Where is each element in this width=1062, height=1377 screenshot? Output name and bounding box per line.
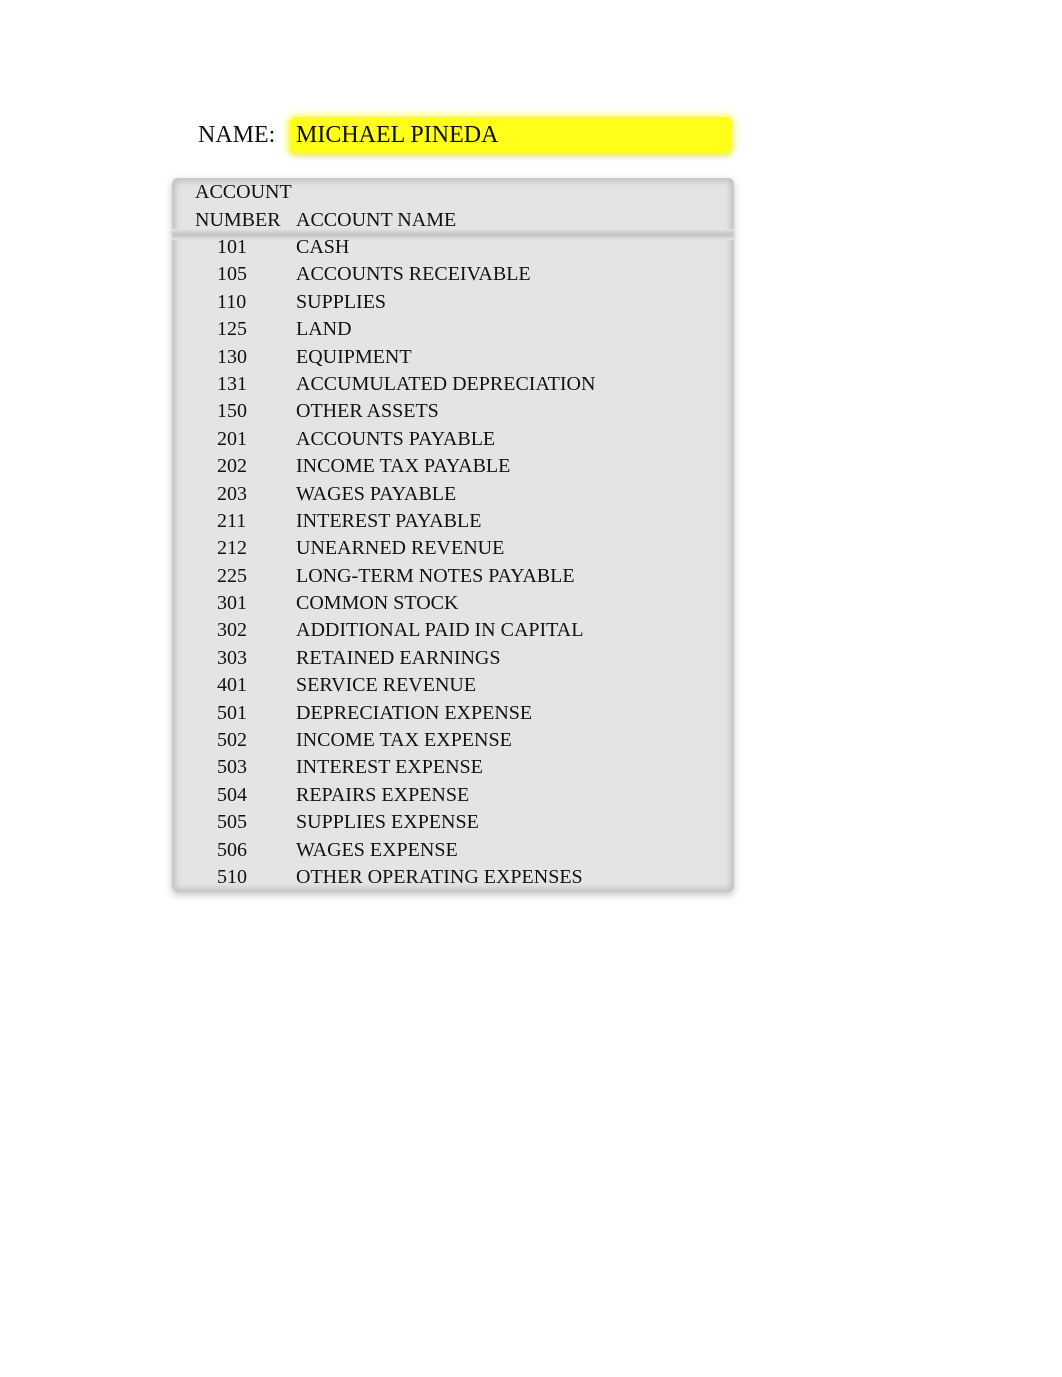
name-field[interactable]: MICHAEL PINEDA bbox=[290, 117, 732, 153]
table-row: 105 ACCOUNTS RECEIVABLE bbox=[172, 261, 734, 288]
account-number: 301 bbox=[217, 592, 247, 615]
account-name: UNEARNED REVENUE bbox=[296, 537, 505, 560]
table-row: 130 EQUIPMENT bbox=[172, 344, 734, 371]
account-name: INCOME TAX PAYABLE bbox=[296, 455, 511, 478]
table-row: 502 INCOME TAX EXPENSE bbox=[172, 727, 734, 754]
table-row: 510 OTHER OPERATING EXPENSES bbox=[172, 864, 734, 891]
table-row: 150 OTHER ASSETS bbox=[172, 398, 734, 425]
account-number: 150 bbox=[217, 400, 247, 423]
account-name: INCOME TAX EXPENSE bbox=[296, 729, 512, 752]
table-row: 101 CASH bbox=[172, 234, 734, 261]
account-number: 203 bbox=[217, 482, 247, 505]
account-name: CASH bbox=[296, 236, 350, 258]
account-number: 302 bbox=[217, 619, 247, 642]
account-number: 101 bbox=[217, 236, 247, 258]
account-number: 225 bbox=[217, 564, 247, 587]
account-number: 503 bbox=[217, 756, 247, 779]
table-row: 203 WAGES PAYABLE bbox=[172, 481, 734, 508]
account-name: DEPRECIATION EXPENSE bbox=[296, 701, 533, 724]
account-number: 110 bbox=[217, 290, 247, 313]
name-label: NAME: bbox=[198, 122, 276, 148]
table-row: 125 LAND bbox=[172, 316, 734, 343]
account-name: LONG-TERM NOTES PAYABLE bbox=[296, 564, 575, 587]
account-number: 303 bbox=[217, 646, 247, 669]
table-row: 301 COMMON STOCK bbox=[172, 590, 734, 617]
column-header-account-name: ACCOUNT NAME bbox=[296, 209, 457, 231]
account-name: EQUIPMENT bbox=[296, 345, 412, 368]
account-number: 510 bbox=[217, 865, 247, 888]
account-name: WAGES EXPENSE bbox=[296, 838, 458, 861]
account-number: 131 bbox=[217, 372, 247, 395]
account-number: 401 bbox=[217, 674, 247, 697]
account-name: ADDITIONAL PAID IN CAPITAL bbox=[296, 619, 584, 642]
column-header-account: ACCOUNT bbox=[195, 181, 292, 203]
table-row: 504 REPAIRS EXPENSE bbox=[172, 782, 734, 809]
table-row: 202 INCOME TAX PAYABLE bbox=[172, 453, 734, 480]
table-row: 131 ACCUMULATED DEPRECIATION bbox=[172, 371, 734, 398]
account-number: 212 bbox=[217, 537, 247, 560]
account-number: 501 bbox=[217, 701, 247, 724]
account-number: 105 bbox=[217, 263, 247, 286]
table-row: 110 SUPPLIES bbox=[172, 289, 734, 316]
account-number: 201 bbox=[217, 427, 247, 450]
table-row: 506 WAGES EXPENSE bbox=[172, 837, 734, 864]
account-rows: 101 CASH 105 ACCOUNTS RECEIVABLE 110 SUPPLIES… bbox=[172, 234, 734, 891]
account-name: SUPPLIES EXPENSE bbox=[296, 811, 479, 834]
account-name: SERVICE REVENUE bbox=[296, 674, 477, 697]
account-name: REPAIRS EXPENSE bbox=[296, 783, 470, 806]
account-name: SUPPLIES bbox=[296, 290, 387, 313]
column-header-number: NUMBER bbox=[195, 209, 281, 231]
account-name: ACCOUNTS PAYABLE bbox=[296, 427, 496, 450]
account-name: INTEREST EXPENSE bbox=[296, 756, 483, 779]
account-name: OTHER OPERATING EXPENSES bbox=[296, 865, 583, 888]
name-value: MICHAEL PINEDA bbox=[296, 122, 499, 148]
account-number: 202 bbox=[217, 455, 247, 478]
account-name: OTHER ASSETS bbox=[296, 400, 439, 423]
account-number: 211 bbox=[217, 509, 247, 532]
table-row: 401 SERVICE REVENUE bbox=[172, 672, 734, 699]
account-name: COMMON STOCK bbox=[296, 592, 459, 615]
account-number: 505 bbox=[217, 811, 247, 834]
account-number: 506 bbox=[217, 838, 247, 861]
account-name: ACCOUNTS RECEIVABLE bbox=[296, 263, 531, 286]
table-row: 211 INTEREST PAYABLE bbox=[172, 508, 734, 535]
table-row: 501 DEPRECIATION EXPENSE bbox=[172, 700, 734, 727]
account-number: 130 bbox=[217, 345, 247, 368]
account-number: 502 bbox=[217, 729, 247, 752]
table-row: 503 INTEREST EXPENSE bbox=[172, 754, 734, 781]
table-row: 505 SUPPLIES EXPENSE bbox=[172, 809, 734, 836]
table-row: 212 UNEARNED REVENUE bbox=[172, 535, 734, 562]
account-number: 504 bbox=[217, 783, 247, 806]
account-name: INTEREST PAYABLE bbox=[296, 509, 482, 532]
account-name: RETAINED EARNINGS bbox=[296, 646, 501, 669]
account-name: ACCUMULATED DEPRECIATION bbox=[296, 372, 596, 395]
table-row: 201 ACCOUNTS PAYABLE bbox=[172, 426, 734, 453]
table-row: 302 ADDITIONAL PAID IN CAPITAL bbox=[172, 617, 734, 644]
account-name: LAND bbox=[296, 318, 352, 341]
account-name: WAGES PAYABLE bbox=[296, 482, 457, 505]
account-number: 125 bbox=[217, 318, 247, 341]
table-row: 225 LONG-TERM NOTES PAYABLE bbox=[172, 563, 734, 590]
table-row: 303 RETAINED EARNINGS bbox=[172, 645, 734, 672]
